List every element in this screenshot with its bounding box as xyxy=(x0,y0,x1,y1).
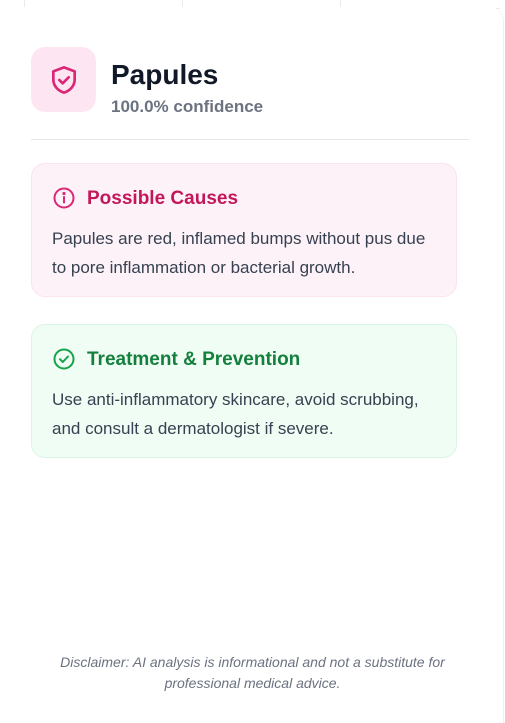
page: Papules 100.0% confidence Possible Cause… xyxy=(0,0,505,723)
treatment-title: Treatment & Prevention xyxy=(87,349,301,370)
causes-panel: Possible Causes Papules are red, inflame… xyxy=(31,163,457,297)
confidence-label: 100.0% confidence xyxy=(111,97,264,116)
treatment-panel: Treatment & Prevention Use anti-inflamma… xyxy=(31,324,457,458)
result-header: Papules 100.0% confidence xyxy=(31,47,469,140)
condition-title: Papules xyxy=(111,59,219,90)
disclaimer-text: Disclaimer: AI analysis is informational… xyxy=(60,654,445,691)
info-circle-icon xyxy=(52,186,76,210)
check-circle-icon xyxy=(52,347,76,371)
causes-text: Papules are red, inflamed bumps without … xyxy=(52,229,426,277)
shield-check-icon xyxy=(31,47,96,112)
causes-title: Possible Causes xyxy=(87,188,239,209)
result-card: Papules 100.0% confidence Possible Cause… xyxy=(0,7,504,723)
treatment-text: Use anti-inflammatory skincare, avoid sc… xyxy=(52,390,419,438)
